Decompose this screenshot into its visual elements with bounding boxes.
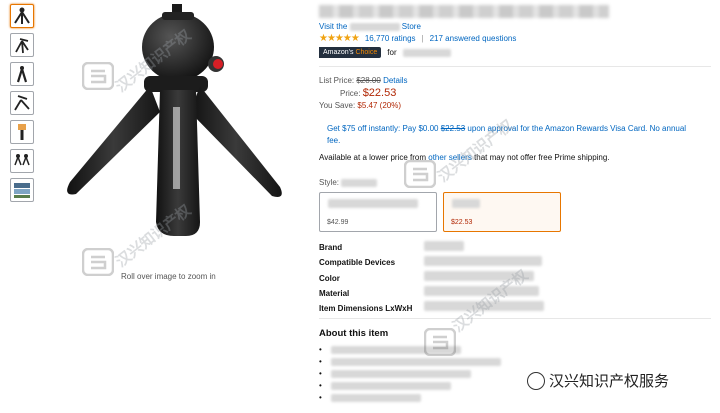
wechat-logo-icon xyxy=(527,371,545,390)
price-value: $22.53 xyxy=(362,87,397,99)
promo-strike-price: $22.53 xyxy=(440,124,466,133)
spec-value-redacted xyxy=(424,271,534,281)
about-bullets: • • • • • xyxy=(319,344,501,404)
divider xyxy=(319,66,711,67)
rating-row: ★★★★★ 16,770 ratings | 217 answered ques… xyxy=(319,33,516,44)
thumbnail-3[interactable] xyxy=(10,62,34,86)
style-label-text: Style: xyxy=(319,178,340,187)
price-label: Price: xyxy=(340,89,361,98)
list-price-row: List Price: $28.00 Details xyxy=(319,75,408,87)
style-selector-label: Style: xyxy=(319,178,378,187)
tripod-thumb-icon xyxy=(15,38,29,54)
bullet-text-redacted xyxy=(331,358,501,366)
spec-value-redacted xyxy=(424,286,539,296)
thumbnail-strip xyxy=(10,4,37,207)
store-prefix: Visit the xyxy=(319,22,348,31)
amazons-choice-row: Amazon's Choice for xyxy=(319,47,451,58)
option-name-redacted xyxy=(328,199,418,208)
list-item: • xyxy=(319,380,501,392)
spec-label-compatible-devices: Compatible Devices xyxy=(319,258,396,268)
card-promo-link[interactable]: Get $75 off instantly: Pay $0.00 $22.53 … xyxy=(327,123,687,147)
bullet-icon: • xyxy=(319,393,322,402)
watermark-logo-icon xyxy=(404,160,436,188)
availability-note: Available at a lower price from other se… xyxy=(319,153,610,162)
availability-before: Available at a lower price from xyxy=(319,153,427,162)
bullet-icon: • xyxy=(319,357,322,366)
tripod-thumb-icon xyxy=(14,7,30,24)
brand-watermark: 汉兴知识产权服务 xyxy=(527,370,669,391)
zoom-hint: Roll over image to zoom in xyxy=(121,272,216,281)
tripod-thumb-icon xyxy=(14,95,30,111)
divider xyxy=(319,318,711,319)
brand-watermark-text: 汉兴知识产权服务 xyxy=(549,373,670,390)
other-sellers-link[interactable]: other sellers xyxy=(428,153,472,162)
bullet-text-redacted xyxy=(331,370,471,378)
spec-value-redacted xyxy=(424,256,542,266)
option-price: $22.53 xyxy=(451,219,473,226)
list-price-value: $28.00 xyxy=(356,76,381,85)
store-link[interactable]: Visit the Store xyxy=(319,22,421,31)
badge-accent: Choice xyxy=(355,49,378,56)
tripod-image xyxy=(67,4,282,236)
list-price-label: List Price: xyxy=(319,76,355,85)
style-selected-redacted xyxy=(341,178,378,187)
thumbnail-6[interactable] xyxy=(10,149,34,173)
answered-questions-link[interactable]: 217 answered questions xyxy=(430,34,517,43)
star-rating-icon[interactable]: ★★★★★ xyxy=(319,33,360,44)
about-this-item-heading: About this item xyxy=(319,328,389,339)
price-details-link[interactable]: Details xyxy=(383,75,407,87)
spec-value-redacted xyxy=(424,301,544,311)
photo-thumb-icon xyxy=(14,183,30,198)
price-row: Price: $22.53 xyxy=(319,87,408,100)
spec-table: Brand Compatible Devices Color Material … xyxy=(319,240,412,316)
price-block: List Price: $28.00 Details Price: $22.53… xyxy=(319,75,408,112)
list-item: • xyxy=(319,344,501,356)
spec-label-brand: Brand xyxy=(319,243,343,252)
savings-row: You Save: $5.47 (20%) xyxy=(319,100,408,112)
thumbnail-4[interactable] xyxy=(10,91,34,115)
thumbnail-1[interactable] xyxy=(10,4,34,28)
main-product-image[interactable] xyxy=(40,2,300,264)
spec-label-color: Color xyxy=(319,273,340,283)
savings-value: $5.47 (20%) xyxy=(357,101,402,110)
choice-for-label: for xyxy=(387,48,397,57)
separator: | xyxy=(421,34,424,43)
list-item: • xyxy=(319,392,501,404)
bullet-icon: • xyxy=(319,369,322,378)
badge-prefix: Amazon's xyxy=(323,49,354,56)
choice-keyword-redacted[interactable] xyxy=(402,48,451,57)
bullet-text-redacted xyxy=(331,346,461,354)
tripod-thumb-icon xyxy=(16,66,28,83)
list-item: • xyxy=(319,368,501,380)
style-option-2-selected[interactable]: $22.53 xyxy=(443,192,561,232)
store-name-redacted xyxy=(349,22,400,31)
thumbnail-2[interactable] xyxy=(10,33,34,57)
option-name-redacted xyxy=(452,199,480,208)
option-price: $42.99 xyxy=(327,219,349,226)
bullet-icon: • xyxy=(319,345,322,354)
promo-text-before: Get $75 off instantly: Pay $0.00 xyxy=(327,124,439,133)
list-item: • xyxy=(319,356,501,368)
savings-label: You Save: xyxy=(319,101,356,110)
availability-after: that may not offer free Prime shipping. xyxy=(474,153,610,162)
bullet-text-redacted xyxy=(331,394,421,402)
thumbnail-7[interactable] xyxy=(10,178,34,202)
spec-label-material: Material xyxy=(319,288,350,298)
phone-thumb-icon xyxy=(18,124,26,140)
spec-value-redacted xyxy=(424,241,464,251)
thumbnail-5[interactable] xyxy=(10,120,34,144)
spec-label-dimensions: Item Dimensions LxWxH xyxy=(319,304,413,314)
style-option-1[interactable]: $42.99 xyxy=(319,192,437,232)
bullet-icon: • xyxy=(319,381,322,390)
bullet-text-redacted xyxy=(331,382,451,390)
ratings-count-link[interactable]: 16,770 ratings xyxy=(365,34,416,43)
product-title-redacted xyxy=(319,5,609,18)
store-suffix: Store xyxy=(401,22,421,31)
tripods-thumb-icon xyxy=(14,154,30,166)
amazons-choice-badge[interactable]: Amazon's Choice xyxy=(319,47,382,58)
